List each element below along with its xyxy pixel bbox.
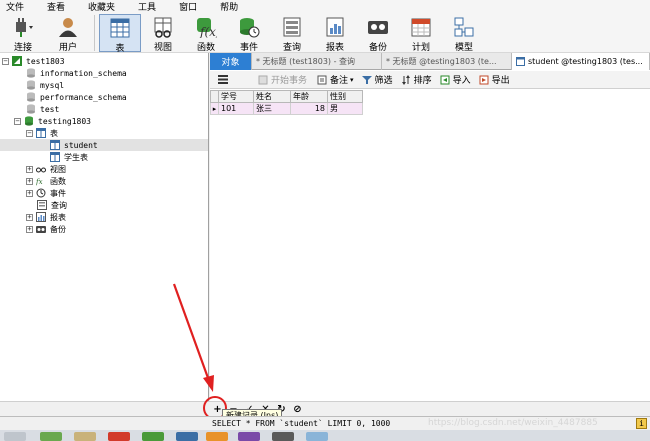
watermark: https://blog.csdn.net/weixin_4487885 <box>428 418 598 428</box>
taskbar-folder-icon[interactable] <box>74 432 96 441</box>
taskbar-app-icon[interactable] <box>206 432 228 441</box>
taskbar-app-icon[interactable] <box>40 432 62 441</box>
sql-status: SELECT * FROM `student` LIMIT 0, 1000 <box>212 419 391 428</box>
taskbar-app-icon[interactable] <box>306 432 328 441</box>
taskbar-app-icon[interactable] <box>176 432 198 441</box>
taskbar <box>0 430 650 441</box>
taskbar-app-icon[interactable] <box>142 432 164 441</box>
taskbar-app-icon[interactable] <box>108 432 130 441</box>
info-icon[interactable]: i <box>636 418 647 429</box>
annotation-arrow <box>172 283 214 392</box>
taskbar-app-icon[interactable] <box>238 432 260 441</box>
taskbar-app-icon[interactable] <box>272 432 294 441</box>
taskbar-start-icon[interactable] <box>4 432 26 441</box>
